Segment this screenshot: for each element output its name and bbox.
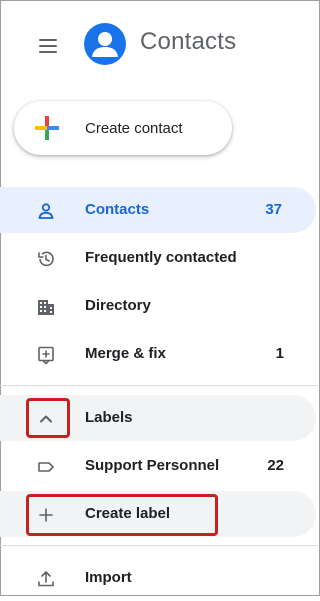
person-icon [36, 201, 56, 221]
create-contact-button[interactable]: Create contact [14, 101, 232, 155]
nav-item-label: Import [85, 569, 132, 586]
label-item-count: 22 [267, 457, 284, 474]
history-icon [36, 249, 56, 269]
label-item-label: Support Personnel [85, 457, 220, 474]
nav-item-label: Directory [85, 297, 151, 314]
merge-fix-icon [36, 345, 56, 365]
divider [0, 545, 318, 546]
labels-header-label: Labels [85, 409, 133, 426]
label-item-support-personnel[interactable]: Support Personnel 22 [0, 443, 318, 489]
nav-item-merge-fix[interactable]: Merge & fix 1 [0, 331, 318, 377]
highlight-box [26, 494, 218, 536]
nav-item-label: Frequently contacted [85, 249, 237, 266]
import-upload-icon [36, 569, 56, 589]
colorful-plus-icon [35, 116, 59, 140]
highlight-box [26, 398, 70, 438]
nav-item-frequently-contacted[interactable]: Frequently contacted [0, 235, 318, 281]
nav-item-label: Contacts [85, 201, 150, 218]
nav-item-directory[interactable]: Directory [0, 283, 318, 329]
merge-count: 1 [275, 345, 284, 362]
header: Contacts [0, 0, 318, 88]
building-icon [36, 297, 56, 317]
nav-item-contacts[interactable]: Contacts 37 [0, 187, 316, 233]
divider [0, 385, 318, 386]
hamburger-icon[interactable] [39, 39, 57, 53]
nav-item-import[interactable]: Import [0, 555, 318, 601]
create-contact-label: Create contact [85, 120, 183, 137]
app-title: Contacts [140, 28, 237, 55]
contacts-count: 37 [265, 201, 282, 218]
contacts-logo-icon[interactable] [84, 23, 126, 65]
nav-item-label: Merge & fix [85, 345, 166, 362]
label-tag-icon [36, 457, 56, 477]
